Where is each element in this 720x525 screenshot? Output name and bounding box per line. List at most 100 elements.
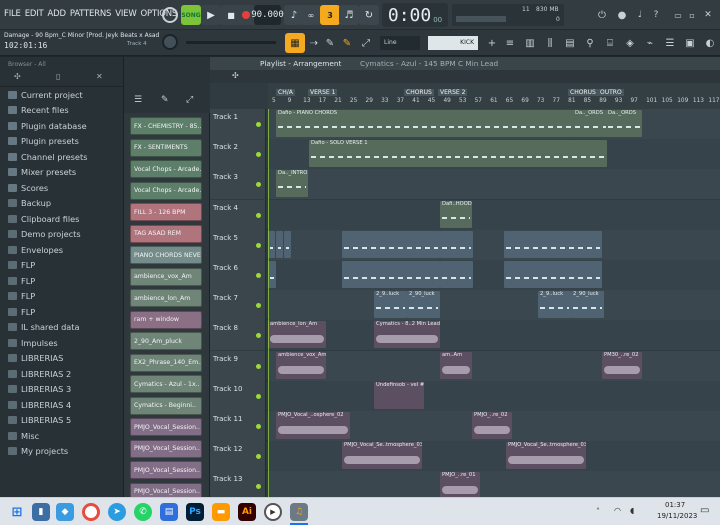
playlist-icon[interactable]: ≡: [500, 33, 520, 53]
app-icon-2[interactable]: ◆: [56, 503, 74, 521]
browser-item[interactable]: Backup: [0, 196, 123, 212]
track-lane[interactable]: Da.._INTRO: [268, 169, 720, 200]
playlist-clip[interactable]: PMJO_Vocal_Se..tmosphere_03: [342, 442, 422, 470]
track-lane[interactable]: Dafio - SOLO VERSE 1: [268, 139, 720, 170]
pattern-selector[interactable]: KICK: [428, 36, 478, 50]
timeline-ruler[interactable]: CH/A VERSE 1 CHORUS VERSE 2 CHORUS OUTRO 5 9 13…: [268, 83, 720, 109]
playlist-clip[interactable]: [440, 261, 473, 288]
browser-item[interactable]: LIBRERIAS 4: [0, 397, 123, 413]
fl-studio-taskbar-icon[interactable]: ♫: [290, 503, 308, 521]
wait-input-icon[interactable]: ∞: [301, 5, 321, 25]
menu-patterns[interactable]: PATTERNS: [70, 9, 112, 19]
playlist-arrow-icon[interactable]: ✣: [232, 71, 239, 80]
track-lane[interactable]: [268, 229, 720, 260]
track-lane[interactable]: Undefinsob - vel #2: [268, 380, 720, 411]
channel-button[interactable]: Vocal Chops - Arcade..: [130, 181, 202, 200]
track-lane[interactable]: ambience_vox_Am am..Am PM30_..re_02: [268, 350, 720, 381]
song-mode-button[interactable]: SONG: [181, 5, 201, 25]
browser-item[interactable]: Mixer presets: [0, 165, 123, 181]
browser-item[interactable]: Clipboard files: [0, 211, 123, 227]
time-display[interactable]: 0:00 00: [382, 3, 448, 27]
browser-item[interactable]: Plugin database: [0, 118, 123, 134]
browser-item[interactable]: Plugin presets: [0, 134, 123, 150]
browser-item[interactable]: Misc: [0, 428, 123, 444]
track-lane[interactable]: Dafio - PIANO CHORDS Da.._ORDS Da.._ORDS: [268, 109, 720, 139]
section-marker[interactable]: CH/A: [276, 89, 295, 96]
track-mute-led[interactable]: [256, 303, 261, 309]
file-explorer-icon[interactable]: ▤: [160, 503, 178, 521]
section-marker[interactable]: CHORUS: [404, 89, 434, 96]
track-mute-led[interactable]: [256, 152, 261, 158]
playlist-clip[interactable]: am..Am: [440, 351, 472, 379]
track-header[interactable]: Track 8: [210, 320, 266, 351]
browser-item[interactable]: Envelopes: [0, 242, 123, 258]
plugin-picker-icon[interactable]: ⚲: [580, 33, 600, 53]
browser-item[interactable]: LIBRERIAS 3: [0, 382, 123, 398]
playlist-clip[interactable]: ambience_vox_Am: [276, 351, 326, 379]
track-mute-led[interactable]: [256, 122, 261, 127]
channel-rack-icon[interactable]: ▤: [560, 33, 580, 53]
track-mute-led[interactable]: [256, 212, 261, 218]
volume-icon[interactable]: ◖: [630, 506, 634, 515]
playlist-clip[interactable]: Dafi..HOOD: [440, 200, 472, 228]
browser-item[interactable]: Current project: [0, 87, 123, 103]
channel-button[interactable]: PMJO_Vocal_Session..: [130, 418, 202, 436]
master-volume-knob[interactable]: [162, 34, 178, 50]
piano-roll-icon[interactable]: ▥: [520, 33, 540, 53]
wifi-icon[interactable]: ◠: [614, 506, 621, 515]
browser-item[interactable]: LIBRERIAS 2: [0, 366, 123, 382]
playlist-clip[interactable]: 2_9..luck: [538, 291, 571, 319]
track-lane[interactable]: [268, 260, 720, 290]
whatsapp-icon[interactable]: ✆: [134, 503, 152, 521]
playlist-clip[interactable]: [342, 230, 440, 258]
pat-song-toggle-icon[interactable]: [160, 5, 180, 25]
rack-menu-icon[interactable]: ☰: [134, 95, 142, 105]
playlist-clip[interactable]: Da.._ORDS: [573, 110, 603, 137]
tray-up-icon[interactable]: ˄: [596, 507, 600, 516]
app-icon-1[interactable]: ▮: [32, 503, 50, 521]
playlist-clip[interactable]: PMJO_Vocal_Se..tmosphere_03: [506, 442, 586, 470]
clock-date[interactable]: 19/11/2023: [657, 512, 697, 520]
menu-edit[interactable]: EDIT: [25, 9, 44, 19]
playlist-clip[interactable]: [504, 230, 602, 258]
close-icon[interactable]: ✕: [702, 5, 714, 25]
browser-item[interactable]: LIBRERIAS: [0, 351, 123, 367]
power-icon[interactable]: ⏻: [592, 5, 612, 25]
playlist-clip[interactable]: PMJO_..re_02: [472, 412, 512, 439]
browser-item[interactable]: Demo projects: [0, 227, 123, 243]
browser-file-icon[interactable]: ▯: [56, 72, 60, 81]
track-mute-led[interactable]: [256, 333, 261, 339]
track-mute-led[interactable]: [256, 363, 261, 369]
track-mute-led[interactable]: [256, 484, 261, 490]
playlist-clip[interactable]: Undefinsob - vel #2: [374, 381, 424, 409]
browser-item[interactable]: FLP: [0, 304, 123, 320]
browser-item[interactable]: Scores: [0, 180, 123, 196]
countdown-icon[interactable]: 3: [320, 5, 340, 25]
mic-icon[interactable]: ●: [612, 5, 632, 25]
playhead[interactable]: [268, 109, 269, 497]
browser-item[interactable]: Impulses: [0, 335, 123, 351]
browser-item[interactable]: My projects: [0, 444, 123, 460]
channel-button[interactable]: PMJO_Vocal_Session..: [130, 439, 202, 458]
telegram-icon[interactable]: ➤: [108, 503, 126, 521]
channel-button[interactable]: Cymatics - Azul - 1x..: [130, 375, 202, 393]
track-mute-led[interactable]: [256, 393, 261, 399]
track-header[interactable]: Track 12: [210, 441, 266, 472]
photoshop-icon[interactable]: Ps: [186, 503, 204, 521]
playlist-clip[interactable]: [276, 230, 283, 258]
tempo-display[interactable]: 90.000: [251, 5, 284, 25]
playlist-clip[interactable]: Da.._ORDS: [606, 110, 642, 137]
movie-icon[interactable]: ▣: [680, 33, 700, 53]
playlist-clip[interactable]: Cymatics - 8..2 Min Lead: [374, 321, 440, 349]
menu-add[interactable]: ADD: [48, 9, 67, 19]
track-header[interactable]: Track 10: [210, 380, 266, 411]
playlist-clip[interactable]: Dafio - PIANO CHORDS: [276, 110, 611, 137]
channel-button[interactable]: PMJO_Vocal_Session..: [130, 461, 202, 479]
section-marker[interactable]: VERSE 2: [438, 89, 468, 96]
playlist-clip[interactable]: PMJO_Vocal_..osphere_02: [276, 412, 350, 439]
playlist-clip[interactable]: 2_90_luck: [571, 291, 604, 319]
master-pitch-slider[interactable]: [186, 41, 276, 44]
snap-select[interactable]: Line: [380, 36, 420, 50]
chrome-icon[interactable]: [82, 503, 100, 521]
cpu-monitor[interactable]: 830 MB 11 0: [452, 4, 564, 26]
